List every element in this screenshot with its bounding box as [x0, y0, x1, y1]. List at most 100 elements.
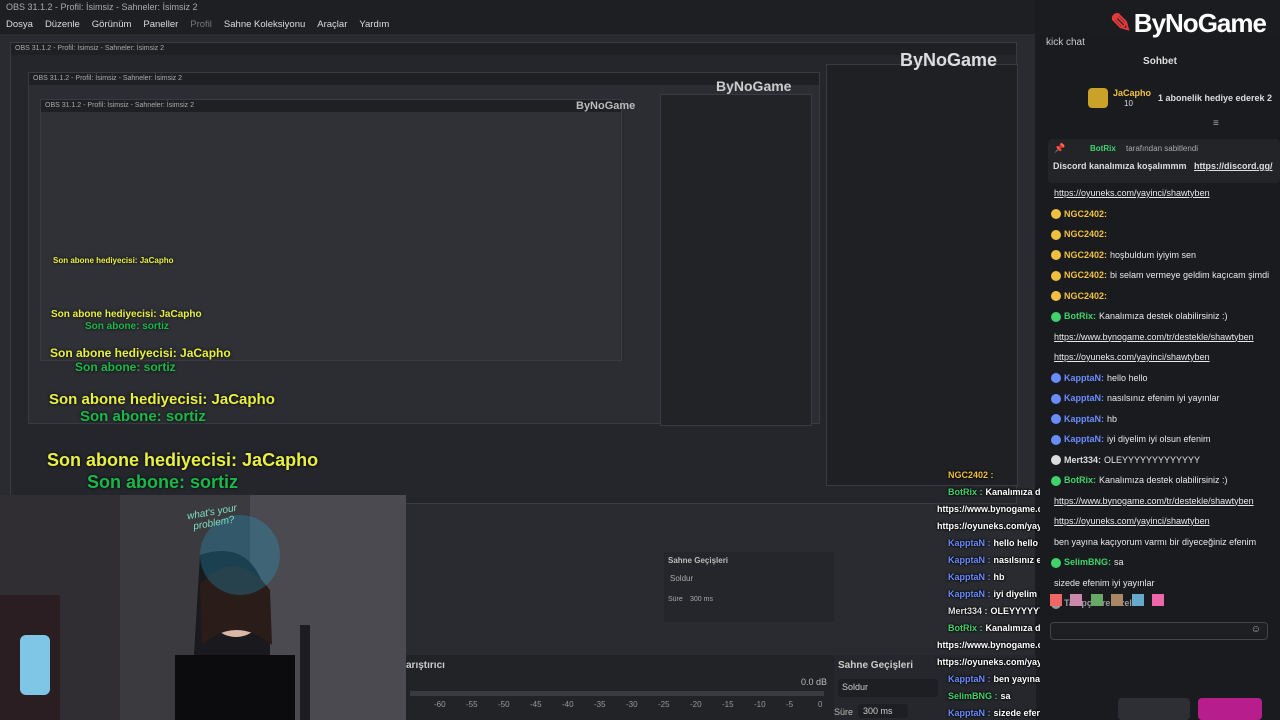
chat-username[interactable]: KapptaN:	[1064, 434, 1104, 444]
menu-item[interactable]: Yardım	[359, 19, 389, 30]
mixer-tick-label: -5	[786, 700, 794, 709]
user-badge-icon	[1051, 250, 1061, 261]
chat-text: Kanalımıza destek olabilirsiniz :)	[1099, 475, 1228, 485]
pinned-by-suffix: tarafından sabitlendi	[1126, 144, 1199, 153]
chat-settings-button[interactable]	[1118, 698, 1190, 720]
chat-text[interactable]: https://www.bynogame.com/tr/destekle/sha…	[1054, 496, 1254, 506]
webcam-feed: what's your problem?	[0, 495, 406, 720]
sub-line-3: Son abone: sortiz	[75, 360, 176, 374]
emote-icon[interactable]	[1090, 594, 1103, 606]
mixer-tick-label: -10	[754, 700, 766, 709]
chat-username[interactable]: KapptaN:	[1064, 393, 1104, 403]
mixer-tick-label: -15	[722, 700, 734, 709]
nested-duration-label: Süre	[668, 596, 683, 603]
nested-title: OBS 31.1.2 - Profil: İsimsiz - Sahneler:…	[11, 43, 1016, 55]
chat-text[interactable]: https://oyuneks.com/yayinci/shawtyben	[1054, 188, 1210, 198]
logo-text: ByNoGame	[1133, 8, 1267, 38]
chat-text[interactable]: https://www.bynogame.com/tr/destekle/sha…	[1054, 332, 1254, 342]
emote-icon[interactable]	[1111, 594, 1124, 606]
chat-text: hoşbuldum iyiyim sen	[1110, 249, 1197, 260]
chat-username[interactable]: BotRix:	[1064, 311, 1096, 321]
overlay-username: KapptaN :	[948, 538, 991, 548]
chat-username[interactable]: NGC2402:	[1064, 229, 1107, 239]
mixer-ticks: -60 -55 -50 -45 -40 -35 -30 -25 -20 -15 -10 -5 0	[406, 700, 826, 712]
emote-icon[interactable]	[1152, 594, 1165, 606]
menu-item[interactable]: Profil	[190, 19, 212, 30]
mixer-tick-label: 0	[818, 700, 823, 709]
chat-message: https://www.bynogame.com/tr/destekle/sha…	[1051, 496, 1254, 506]
chat-text: Kanalımıza destek olabilirsiniz :)	[1099, 311, 1228, 321]
overlay-chat-message: KapptaN : hb	[948, 572, 1005, 582]
tab-sohbet[interactable]: Sohbet	[1040, 56, 1280, 67]
overlay-text: hb	[993, 572, 1005, 582]
mixer-tick-label: -30	[626, 700, 638, 709]
chat-username[interactable]: Mert334:	[1064, 455, 1101, 465]
chat-message: Mert334: OLEYYYYYYYYYYYYY	[1051, 455, 1200, 466]
user-badge-icon	[1051, 270, 1061, 281]
emoji-icon[interactable]: ☺	[1251, 624, 1261, 635]
obs-menubar: OBS 31.1.2 - Profil: İsimsiz - Sahneler:…	[0, 0, 1035, 34]
chat-text[interactable]: https://oyuneks.com/yayinci/shawtyben	[1054, 516, 1210, 526]
duration-value: 300 ms	[863, 706, 893, 716]
chat-input[interactable]: ☺	[1050, 622, 1268, 640]
user-badge-icon	[1051, 209, 1061, 220]
menu-list: Dosya Düzenle Görünüm Paneller Profil Sahne K…	[0, 14, 1035, 34]
pinned-message: 📌 BotRix tarafından sabitlendi Discord k…	[1048, 139, 1280, 183]
menu-item[interactable]: Dosya	[6, 19, 33, 30]
emote-icon[interactable]	[1070, 594, 1083, 606]
chat-text: hello hello	[1107, 372, 1148, 383]
menu-item[interactable]: Görünüm	[92, 19, 132, 30]
mixer-meter[interactable]	[410, 691, 824, 696]
overlay-username: KapptaN :	[948, 572, 991, 582]
chat-send-button[interactable]	[1198, 698, 1262, 720]
bynogame-logo: ✎ ByNoGame	[1110, 8, 1267, 39]
nested-logo-1: ByNoGame	[900, 50, 998, 70]
gift-line-3: Son abone hediyecisi: JaCapho	[50, 346, 231, 360]
gift-line-4: Son abone hediyecisi: JaCapho	[49, 391, 275, 408]
emote-icon[interactable]	[1050, 594, 1062, 606]
duration-input[interactable]: 300 ms	[858, 704, 908, 718]
chat-username[interactable]: NGC2402:	[1064, 209, 1107, 219]
gift-user: JaCapho	[1113, 88, 1152, 98]
emote-icon[interactable]	[1131, 594, 1144, 606]
transition-select[interactable]: Soldur	[838, 679, 938, 697]
pinned-link[interactable]: https://discord.gg/	[1194, 161, 1273, 171]
chat-message: BotRix: Kanalımıza destek olabilirsiniz :…	[1051, 311, 1228, 322]
nested-chat-panel	[826, 64, 1018, 486]
chat-text: sizede efenim iyi yayınlar	[1054, 577, 1155, 588]
overlay-username: SelimBNG :	[948, 691, 998, 701]
chat-message: KapptaN: hb	[1051, 414, 1117, 425]
chat-username[interactable]: NGC2402:	[1064, 250, 1107, 260]
menu-item[interactable]: Sahne Koleksiyonu	[224, 19, 305, 30]
chat-username[interactable]: KapptaN:	[1064, 414, 1104, 424]
chat-username[interactable]: NGC2402:	[1064, 291, 1107, 301]
gift-line-2: Son abone hediyecisi: JaCapho	[51, 309, 202, 320]
user-badge-icon	[1051, 434, 1061, 445]
sub-line-4: Son abone: sortiz	[80, 408, 206, 425]
menu-item[interactable]: Paneller	[143, 19, 178, 30]
overlay-username: BotRix :	[948, 487, 983, 497]
nested-transitions-title: Sahne Geçişleri	[668, 556, 729, 565]
menu-item[interactable]: Araçlar	[317, 19, 347, 30]
chat-message: NGC2402: hoşbuldum iyiyim sen	[1051, 250, 1196, 261]
nested-transitions-dock: Sahne Geçişleri Soldur Süre 300 ms	[664, 552, 834, 622]
chat-username[interactable]: NGC2402:	[1064, 270, 1107, 280]
chat-message: KapptaN: nasılsınız efenim iyi yayınlar	[1051, 393, 1220, 404]
user-badge-icon	[1051, 414, 1061, 425]
mixer-tick-label: -55	[466, 700, 478, 709]
user-badge-icon	[1051, 393, 1061, 404]
chat-username[interactable]: KapptaN:	[1064, 373, 1104, 383]
menu-item[interactable]: Düzenle	[45, 19, 80, 30]
chat-message: NGC2402: bi selam vermeye geldim kaçıcam …	[1051, 270, 1269, 281]
chat-username[interactable]: BotRix:	[1064, 475, 1096, 485]
chat-message: BotRix: Kanalımıza destek olabilirsiniz :…	[1051, 475, 1228, 486]
gift-count: 10	[1124, 99, 1133, 108]
chat-username[interactable]: SelimBNG:	[1064, 557, 1111, 567]
nested-logo-3: ByNoGame	[576, 100, 636, 112]
overlay-chat-message: SelimBNG : sa	[948, 691, 1011, 701]
mixer-db: 0.0 dB	[801, 677, 828, 687]
chat-text[interactable]: https://oyuneks.com/yayinci/shawtyben	[1054, 352, 1210, 362]
emote-row	[1050, 593, 1280, 611]
overlay-username: KapptaN :	[948, 708, 991, 718]
chevron-down-icon[interactable]: ≡	[1213, 118, 1219, 129]
